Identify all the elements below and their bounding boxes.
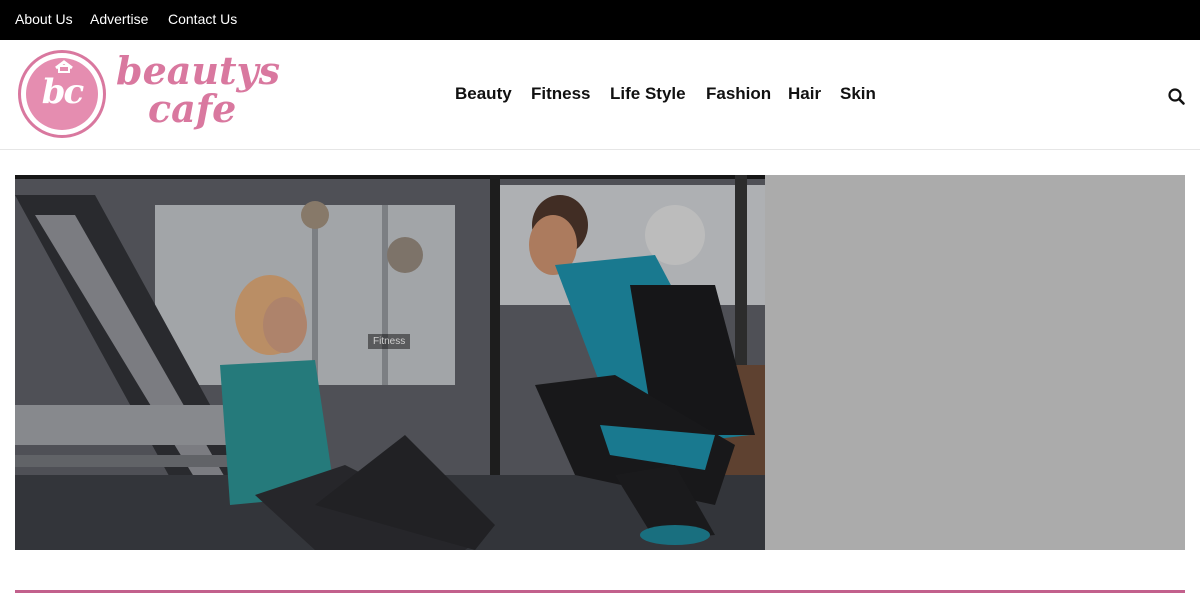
- topbar-link-contact-us[interactable]: Contact Us: [168, 11, 237, 27]
- topbar-link-about-us[interactable]: About Us: [15, 11, 73, 27]
- nav-item-life-style[interactable]: Life Style: [610, 84, 686, 104]
- logo-word-cafe: cafe: [148, 86, 237, 131]
- logo-badge-inner: bc: [26, 58, 98, 130]
- nav-item-hair[interactable]: Hair: [788, 84, 821, 104]
- search-button[interactable]: [1166, 86, 1188, 108]
- topbar-link-advertise[interactable]: Advertise: [90, 11, 148, 27]
- nav-item-skin[interactable]: Skin: [840, 84, 876, 104]
- nav-item-fashion[interactable]: Fashion: [706, 84, 771, 104]
- nav-item-fitness[interactable]: Fitness: [531, 84, 591, 104]
- category-tag[interactable]: Fitness: [368, 334, 411, 349]
- section-divider: [15, 590, 1185, 593]
- logo-badge-text: bc: [41, 72, 84, 112]
- side-panel-placeholder: [765, 175, 1185, 550]
- logo-badge: bc: [18, 50, 106, 138]
- gym-photo: [15, 175, 765, 550]
- site-logo[interactable]: bc beautys cafe: [16, 48, 286, 140]
- site-header: bc beautys cafe Beauty Fitness Life Styl…: [0, 40, 1200, 150]
- top-bar: About Us Advertise Contact Us: [0, 0, 1200, 40]
- search-icon: [1168, 88, 1185, 105]
- nav-item-beauty[interactable]: Beauty: [455, 84, 512, 104]
- featured-post-image[interactable]: [15, 175, 765, 550]
